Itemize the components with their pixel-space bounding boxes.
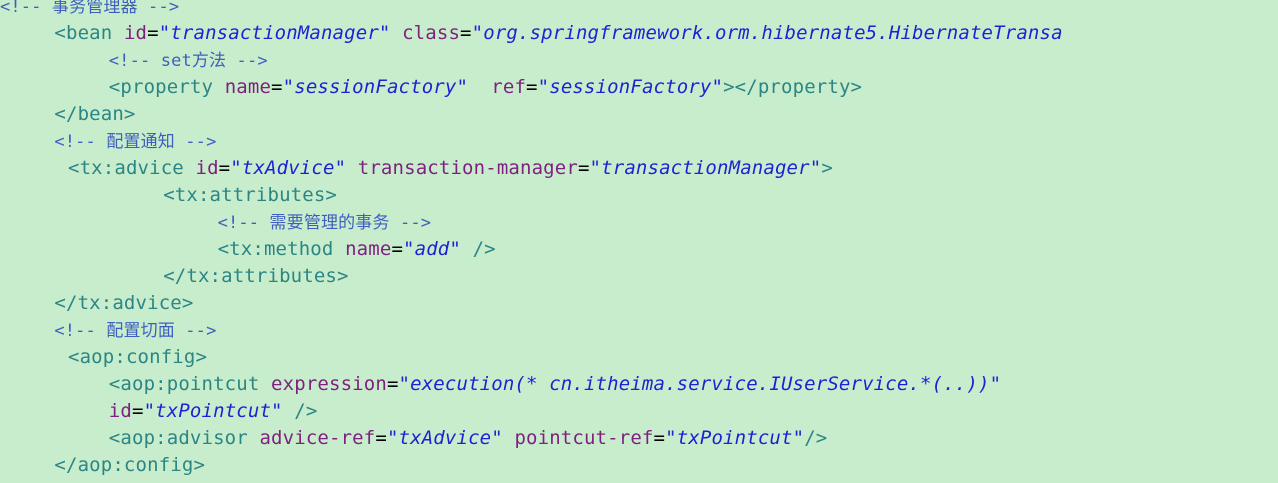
attribute-value: "txPointcut" bbox=[143, 400, 283, 422]
xml-comment: <!-- set方法 --> bbox=[108, 51, 268, 71]
code-line: <!-- 配置通知 --> bbox=[54, 128, 216, 155]
attribute-name: id bbox=[195, 157, 219, 179]
code-line: <!-- set方法 --> bbox=[109, 47, 268, 74]
code-line: <!-- 配置切面 --> bbox=[54, 317, 216, 344]
equals-sign: = bbox=[391, 238, 404, 260]
xml-tag: /> bbox=[294, 400, 318, 422]
attribute-value: "txAdvice" bbox=[386, 427, 503, 449]
xml-tag: > bbox=[821, 157, 833, 179]
code-line: <tx:attributes> bbox=[163, 182, 337, 209]
attribute-name: ref bbox=[491, 76, 527, 98]
attribute-value: "org.springframework.orm.hibernate5.Hibe… bbox=[471, 22, 1063, 44]
code-line: <aop:advisor advice-ref="txAdvice" point… bbox=[109, 425, 828, 452]
code-editor[interactable]: <!-- 事务管理器 --> <bean id="transactionMana… bbox=[0, 0, 1278, 483]
equals-sign: = bbox=[375, 427, 387, 449]
equals-sign: = bbox=[218, 157, 231, 179]
equals-sign: = bbox=[460, 22, 472, 44]
xml-tag: </bean> bbox=[54, 103, 136, 125]
xml-tag: <aop:advisor bbox=[108, 427, 260, 449]
attribute-value: "add" bbox=[403, 238, 461, 260]
xml-tag: <bean bbox=[54, 22, 124, 44]
attribute-value: "transactionManager" bbox=[589, 157, 822, 179]
xml-comment: <!-- 需要管理的事务 --> bbox=[217, 213, 432, 233]
equals-sign: = bbox=[653, 427, 666, 449]
code-line: <!-- 事务管理器 --> bbox=[0, 0, 179, 20]
attribute-value: "sessionFactory" bbox=[537, 76, 724, 98]
equals-sign: = bbox=[147, 22, 159, 44]
code-line: <aop:pointcut expression="execution(* cn… bbox=[109, 371, 1001, 398]
code-line: </tx:attributes> bbox=[163, 263, 348, 290]
code-line: <!-- 需要管理的事务 --> bbox=[218, 209, 432, 236]
xml-tag: </tx:advice> bbox=[54, 292, 194, 314]
xml-tag: <tx:method bbox=[217, 238, 346, 260]
equals-sign: = bbox=[386, 373, 399, 395]
xml-tag: <aop:pointcut bbox=[108, 373, 272, 395]
code-line: id="txPointcut" /> bbox=[109, 398, 318, 425]
code-line: <tx:method name="add" /> bbox=[218, 236, 496, 263]
attribute-name: name bbox=[224, 76, 272, 98]
attribute-value: "sessionFactory" bbox=[282, 76, 469, 98]
attribute-value: "txPointcut" bbox=[665, 427, 805, 449]
code-line: <bean id="transactionManager" class="org… bbox=[54, 20, 1062, 47]
attribute-name: pointcut-ref bbox=[514, 427, 654, 449]
xml-comment: <!-- 配置通知 --> bbox=[54, 132, 217, 152]
equals-sign: = bbox=[271, 76, 283, 98]
xml-tag: /> bbox=[472, 238, 496, 260]
code-line: <tx:advice id="txAdvice" transaction-man… bbox=[68, 155, 833, 182]
attribute-name: expression bbox=[271, 373, 387, 395]
xml-tag: ></property> bbox=[723, 76, 863, 98]
attribute-name: id bbox=[108, 400, 132, 422]
attribute-value: "txAdvice" bbox=[230, 157, 347, 179]
code-line: </tx:advice> bbox=[54, 290, 193, 317]
attribute-name: id bbox=[123, 22, 148, 44]
attribute-name: advice-ref bbox=[259, 427, 376, 449]
attribute-name: transaction-manager bbox=[357, 157, 578, 179]
xml-tag: </aop:config> bbox=[54, 454, 206, 476]
xml-tag: <aop:config> bbox=[68, 346, 208, 368]
attribute-value: "transactionManager" bbox=[158, 22, 391, 44]
attribute-name: class bbox=[402, 22, 461, 44]
xml-comment: <!-- 事务管理器 --> bbox=[0, 0, 180, 17]
xml-tag: </tx:attributes> bbox=[163, 265, 349, 287]
equals-sign: = bbox=[577, 157, 590, 179]
attribute-name: name bbox=[345, 238, 392, 260]
code-line: </bean> bbox=[54, 101, 135, 128]
equals-sign: = bbox=[131, 400, 144, 422]
xml-tag: /> bbox=[804, 427, 828, 449]
code-line: <aop:config> bbox=[68, 344, 207, 371]
equals-sign: = bbox=[526, 76, 538, 98]
xml-comment: <!-- 配置切面 --> bbox=[54, 321, 217, 341]
code-line: </aop:config> bbox=[54, 452, 205, 479]
xml-tag: <tx:advice bbox=[68, 157, 196, 179]
xml-tag: <tx:attributes> bbox=[163, 184, 338, 206]
code-line: <property name="sessionFactory" ref="ses… bbox=[109, 74, 862, 101]
attribute-value: "execution(* cn.itheima.service.IUserSer… bbox=[398, 373, 1002, 395]
xml-tag: <property bbox=[108, 76, 225, 98]
